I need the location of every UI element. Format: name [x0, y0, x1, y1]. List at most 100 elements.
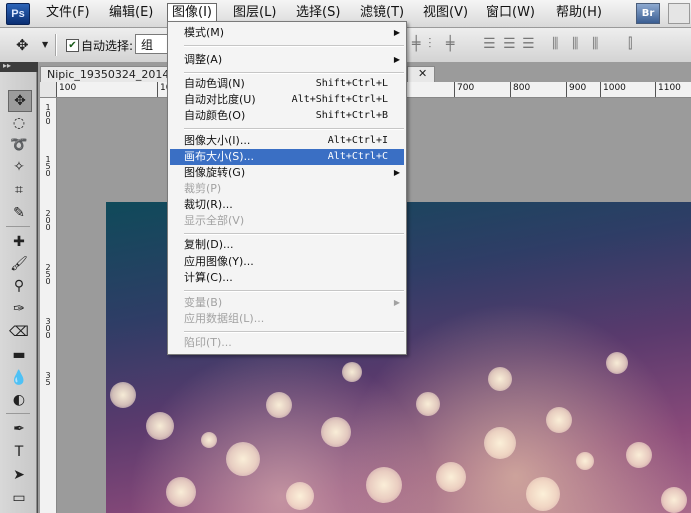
menu-item-crop[interactable]: 裁剪(P) [168, 181, 406, 197]
bokeh-light [110, 382, 136, 408]
distribute-icon[interactable]: ☰ [503, 36, 516, 52]
blur-tool-icon[interactable]: 💧 [8, 368, 30, 388]
brush-tool-icon[interactable]: 🖌 [8, 254, 30, 274]
menu-item-trap[interactable]: 陷印(T)... [168, 335, 406, 351]
menu-item-reveal-all[interactable]: 显示全部(V) [168, 213, 406, 229]
menu-separator [184, 128, 404, 130]
bokeh-light [488, 367, 512, 391]
menu-layer[interactable]: 图层(L) [229, 4, 280, 22]
ruler-tick-label: 800 [513, 83, 531, 93]
distribute-icon[interactable]: ⫼ [552, 36, 559, 52]
ruler-tick-label: 0 [45, 223, 51, 232]
menu-item-variables[interactable]: 变量(B) ▶ [168, 295, 406, 311]
menu-separator [184, 331, 404, 333]
menu-separator [184, 72, 404, 74]
path-selection-tool-icon[interactable]: ➤ [8, 465, 30, 485]
menu-image[interactable]: 图像(I) [167, 3, 217, 22]
bridge-button[interactable]: Br [636, 3, 660, 24]
photoshop-logo[interactable]: Ps [6, 3, 30, 25]
menu-edit[interactable]: 编辑(E) [105, 4, 157, 22]
close-icon[interactable]: ✕ [418, 66, 427, 82]
divider [6, 226, 30, 227]
menu-item-mode[interactable]: 模式(M) ▶ [168, 25, 406, 41]
eraser-tool-icon[interactable]: ⌫ [8, 322, 30, 342]
align-icon[interactable]: ╪ [446, 36, 455, 52]
bokeh-light [526, 477, 560, 511]
menu-item-image-rotation[interactable]: 图像旋转(G) ▶ [168, 165, 406, 181]
ruler-tick-label: 1000 [603, 83, 626, 93]
submenu-arrow-icon: ▶ [393, 28, 400, 37]
ruler-tick-label: 100 [59, 83, 77, 93]
submenu-arrow-icon: ▶ [393, 55, 400, 64]
menu-item-duplicate[interactable]: 复制(D)... [168, 237, 406, 253]
menu-item-calculations[interactable]: 计算(C)... [168, 270, 406, 286]
collapse-icon[interactable]: ▸▸ [3, 61, 11, 70]
divider [55, 34, 57, 56]
crop-tool-icon[interactable]: ⌗ [8, 180, 30, 200]
auto-select-label: 自动选择: [81, 39, 134, 53]
move-tool-icon[interactable]: ✥ [16, 36, 29, 54]
distribute-icon[interactable]: ☰ [522, 36, 535, 52]
align-icon[interactable]: ⫶ [428, 36, 431, 52]
menu-file[interactable]: 文件(F) [42, 4, 94, 22]
bokeh-light [201, 432, 217, 448]
bokeh-light [661, 487, 687, 513]
auto-select-dropdown[interactable]: 组 [135, 34, 170, 54]
distribute-icon[interactable]: ☰ [483, 36, 496, 52]
image-menu-dropdown: 模式(M) ▶ 调整(A) ▶ 自动色调(N) Shift+Ctrl+L 自动对比度(… [167, 21, 407, 355]
type-tool-icon[interactable]: T [8, 442, 30, 462]
menu-help[interactable]: 帮助(H) [552, 4, 606, 22]
bokeh-light [606, 352, 628, 374]
menu-item-auto-tone[interactable]: 自动色调(N) Shift+Ctrl+L [168, 76, 406, 92]
move-tool-icon[interactable]: ✥ [8, 90, 32, 112]
ruler-tick-label: 1100 [658, 83, 681, 93]
ruler-tick-label: 900 [569, 83, 587, 93]
auto-align-icon[interactable]: ⫿ [628, 36, 633, 52]
gradient-tool-icon[interactable]: ▬ [8, 345, 30, 365]
menu-filter[interactable]: 滤镜(T) [356, 4, 408, 22]
bokeh-light [626, 442, 652, 468]
menu-item-image-size[interactable]: 图像大小(I)... Alt+Ctrl+I [168, 133, 406, 149]
healing-brush-tool-icon[interactable]: ✚ [8, 232, 30, 252]
menu-separator [184, 45, 404, 47]
bokeh-light [576, 452, 594, 470]
menu-item-apply-data-set[interactable]: 应用数据组(L)... [168, 311, 406, 327]
ruler-tick-label: 0 [45, 117, 51, 126]
align-icon[interactable]: ╪ [412, 36, 421, 52]
bokeh-light [484, 427, 516, 459]
auto-select-checkbox[interactable]: ✔ [66, 39, 79, 52]
ruler-tick-label: 0 [45, 277, 51, 286]
menu-view[interactable]: 视图(V) [419, 4, 472, 22]
clone-stamp-tool-icon[interactable]: ⚲ [8, 276, 30, 296]
menu-select[interactable]: 选择(S) [292, 4, 344, 22]
distribute-icon[interactable]: ⫼ [592, 36, 599, 52]
distribute-icon[interactable]: ⫼ [572, 36, 579, 52]
bokeh-light [366, 467, 402, 503]
magic-wand-tool-icon[interactable]: ✧ [8, 157, 30, 177]
document-tab[interactable]: Nipic_19350324_2014 [40, 66, 168, 82]
eyedropper-tool-icon[interactable]: ✎ [8, 203, 30, 223]
shape-tool-icon[interactable]: ▭ [8, 488, 30, 508]
pen-tool-icon[interactable]: ✒ [8, 419, 30, 439]
bokeh-light [342, 362, 362, 382]
menu-window[interactable]: 窗口(W) [482, 4, 539, 22]
marquee-tool-icon[interactable]: ◌ [8, 113, 30, 133]
ruler-tick-label: 700 [457, 83, 475, 93]
submenu-arrow-icon: ▶ [393, 298, 400, 307]
ruler-tick-label: 0 [45, 331, 51, 340]
lasso-tool-icon[interactable]: ➰ [8, 135, 30, 155]
menu-separator [184, 233, 404, 235]
menu-item-trim[interactable]: 裁切(R)... [168, 197, 406, 213]
dodge-tool-icon[interactable]: ◐ [8, 390, 30, 410]
menu-item-adjustments[interactable]: 调整(A) ▶ [168, 52, 406, 68]
menu-item-auto-color[interactable]: 自动颜色(O) Shift+Ctrl+B [168, 108, 406, 124]
bokeh-light [286, 482, 314, 510]
history-brush-tool-icon[interactable]: ✑ [8, 299, 30, 319]
menu-item-canvas-size[interactable]: 画布大小(S)... Alt+Ctrl+C [170, 149, 404, 165]
menu-item-auto-contrast[interactable]: 自动对比度(U) Alt+Shift+Ctrl+L [168, 92, 406, 108]
menu-item-apply-image[interactable]: 应用图像(Y)... [168, 254, 406, 270]
divider [6, 413, 30, 414]
chevron-down-icon[interactable]: ▼ [42, 40, 48, 49]
workspace-icon[interactable] [668, 3, 690, 24]
toolbox: ✥ ◌ ➰ ✧ ⌗ ✎ ✚ 🖌 ⚲ ✑ ⌫ ▬ 💧 ◐ ✒ T ➤ ▭ [0, 72, 37, 513]
